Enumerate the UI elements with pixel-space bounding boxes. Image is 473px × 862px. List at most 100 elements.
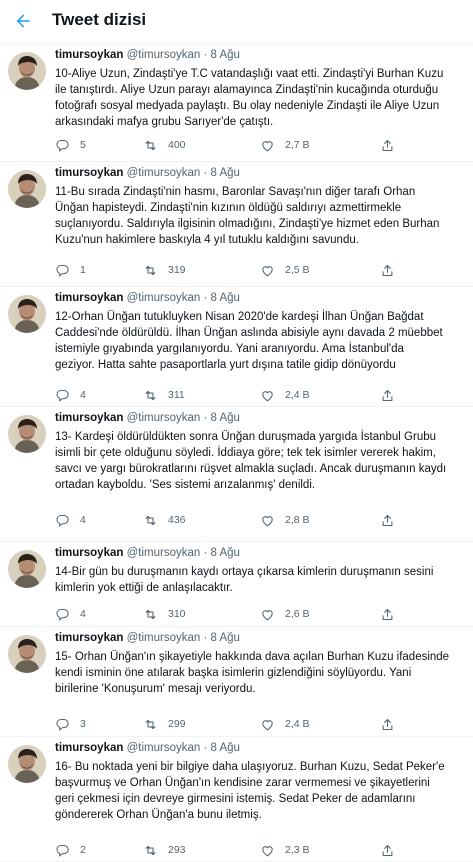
tweet-text-line: 13- Kardeşi öldürüldükten sonra Ünğan du…	[55, 431, 437, 443]
avatar[interactable]	[8, 415, 46, 453]
like-count: 2,4 B	[285, 389, 310, 401]
tweet-actions: 2 293 2,3 B	[55, 842, 465, 858]
reply-button[interactable]: 5	[55, 137, 86, 153]
like-count: 2,3 B	[285, 844, 310, 856]
reply-button[interactable]: 1	[55, 262, 86, 278]
share-button[interactable]	[380, 137, 395, 153]
reply-button[interactable]: 4	[55, 512, 86, 528]
tweet-text-line: 16- Bu noktada yeni bir bilgiye daha ula…	[55, 761, 445, 773]
tweet-date[interactable]: 8 Ağu	[211, 167, 240, 179]
tweet-text-line: geziyor. Hatta sahte pasaportlarla yurt …	[55, 359, 396, 371]
tweet-text-line: kendi isminin öne atılarak başka isimler…	[55, 667, 412, 679]
tweet-text: 15- Orhan Ünğan'ın şikayetiyle hakkında …	[55, 649, 465, 697]
reply-count: 4	[80, 514, 86, 526]
like-count: 2,5 B	[285, 264, 310, 276]
share-button[interactable]	[380, 387, 395, 403]
tweet-text-line: 11-Bu sırada Zindaşti'nin hasmı, Baronla…	[55, 186, 416, 198]
tweet-date[interactable]: 8 Ağu	[211, 49, 240, 61]
like-button[interactable]: 2,4 B	[260, 387, 310, 403]
tweet[interactable]: timursoykan @timursoykan · 8 Ağu 14-Bir g…	[0, 542, 473, 627]
like-button[interactable]: 2,6 B	[260, 606, 310, 622]
avatar[interactable]	[8, 745, 46, 783]
reply-icon	[56, 844, 69, 857]
back-button[interactable]	[6, 4, 40, 38]
tweet[interactable]: timursoykan @timursoykan · 8 Ağu 16- Bu n…	[0, 737, 473, 862]
author-name[interactable]: timursoykan	[55, 742, 123, 754]
share-button[interactable]	[380, 716, 395, 732]
avatar[interactable]	[8, 635, 46, 673]
reply-icon	[56, 608, 69, 621]
author-handle[interactable]: @timursoykan	[127, 632, 201, 644]
author-name[interactable]: timursoykan	[55, 167, 123, 179]
author-name[interactable]: timursoykan	[55, 632, 123, 644]
author-handle[interactable]: @timursoykan	[127, 412, 201, 424]
tweet-date[interactable]: 8 Ağu	[211, 742, 240, 754]
tweet-header: timursoykan @timursoykan · 8 Ağu	[55, 49, 240, 61]
heart-icon	[262, 140, 273, 151]
like-button[interactable]: 2,7 B	[260, 137, 310, 153]
reply-count: 4	[80, 608, 86, 620]
tweet-text-line: 14-Bir gün bu duruşmanın kaydı ortaya çı…	[55, 566, 434, 578]
share-icon	[382, 718, 393, 730]
separator-dot: ·	[203, 632, 208, 644]
reply-button[interactable]: 4	[55, 387, 86, 403]
tweet[interactable]: timursoykan @timursoykan · 8 Ağu 11-Bu sı…	[0, 162, 473, 287]
retweet-count: 310	[168, 608, 186, 620]
author-handle[interactable]: @timursoykan	[127, 49, 201, 61]
tweet-text: 12-Orhan Ünğan tutukluyken Nisan 2020'de…	[55, 309, 465, 373]
author-handle[interactable]: @timursoykan	[127, 167, 201, 179]
separator-dot: ·	[203, 547, 208, 559]
tweet[interactable]: timursoykan @timursoykan · 8 Ağu 15- Orha…	[0, 627, 473, 737]
avatar[interactable]	[8, 170, 46, 208]
author-handle[interactable]: @timursoykan	[127, 547, 201, 559]
retweet-icon	[145, 515, 156, 525]
tweet-text-line: arkasındaki mafya grubu Sarıyer'de çatış…	[55, 116, 274, 128]
retweet-count: 400	[168, 139, 186, 151]
tweet-date[interactable]: 8 Ağu	[211, 632, 240, 644]
avatar[interactable]	[8, 295, 46, 333]
tweet-text-line: suçlanıyordu. Saldırıyla ilgisinin olmad…	[55, 218, 440, 230]
retweet-button[interactable]: 299	[143, 716, 186, 732]
tweet-header: timursoykan @timursoykan · 8 Ağu	[55, 167, 240, 179]
share-button[interactable]	[380, 262, 395, 278]
tweet-text-line: 12-Orhan Ünğan tutukluyken Nisan 2020'de…	[55, 311, 424, 323]
share-icon	[382, 389, 393, 401]
author-handle[interactable]: @timursoykan	[127, 742, 201, 754]
author-name[interactable]: timursoykan	[55, 547, 123, 559]
avatar[interactable]	[8, 52, 46, 90]
retweet-button[interactable]: 311	[143, 387, 185, 403]
retweet-button[interactable]: 400	[143, 137, 186, 153]
separator-dot: ·	[203, 292, 208, 304]
share-button[interactable]	[380, 842, 395, 858]
share-button[interactable]	[380, 606, 395, 622]
reply-count: 3	[80, 718, 86, 730]
tweet[interactable]: timursoykan @timursoykan · 8 Ağu 12-Orhan…	[0, 287, 473, 407]
tweet-text-line: ortadan kayboldu. 'Ses sistemi arızalanm…	[55, 479, 316, 491]
like-button[interactable]: 2,8 B	[260, 512, 310, 528]
avatar[interactable]	[8, 550, 46, 588]
tweet[interactable]: timursoykan @timursoykan · 8 Ağu 13- Kard…	[0, 407, 473, 542]
retweet-button[interactable]: 436	[143, 512, 186, 528]
retweet-button[interactable]: 293	[143, 842, 186, 858]
reply-button[interactable]: 3	[55, 716, 86, 732]
reply-button[interactable]: 4	[55, 606, 86, 622]
tweet-date[interactable]: 8 Ağu	[211, 292, 240, 304]
heart-icon	[262, 265, 273, 276]
tweet-date[interactable]: 8 Ağu	[211, 412, 240, 424]
author-handle[interactable]: @timursoykan	[127, 292, 201, 304]
share-button[interactable]	[380, 512, 395, 528]
like-button[interactable]: 2,4 B	[260, 716, 310, 732]
like-button[interactable]: 2,5 B	[260, 262, 310, 278]
retweet-icon	[145, 845, 156, 855]
like-button[interactable]: 2,3 B	[260, 842, 310, 858]
author-name[interactable]: timursoykan	[55, 49, 123, 61]
author-name[interactable]: timursoykan	[55, 292, 123, 304]
retweet-button[interactable]: 319	[143, 262, 186, 278]
reply-button[interactable]: 2	[55, 842, 86, 858]
retweet-button[interactable]: 310	[143, 606, 186, 622]
heart-icon	[262, 515, 273, 526]
author-name[interactable]: timursoykan	[55, 412, 123, 424]
tweet[interactable]: timursoykan @timursoykan · 8 Ağu 10-Aliye…	[0, 44, 473, 162]
tweet-text: 16- Bu noktada yeni bir bilgiye daha ula…	[55, 759, 465, 823]
tweet-date[interactable]: 8 Ağu	[211, 547, 240, 559]
